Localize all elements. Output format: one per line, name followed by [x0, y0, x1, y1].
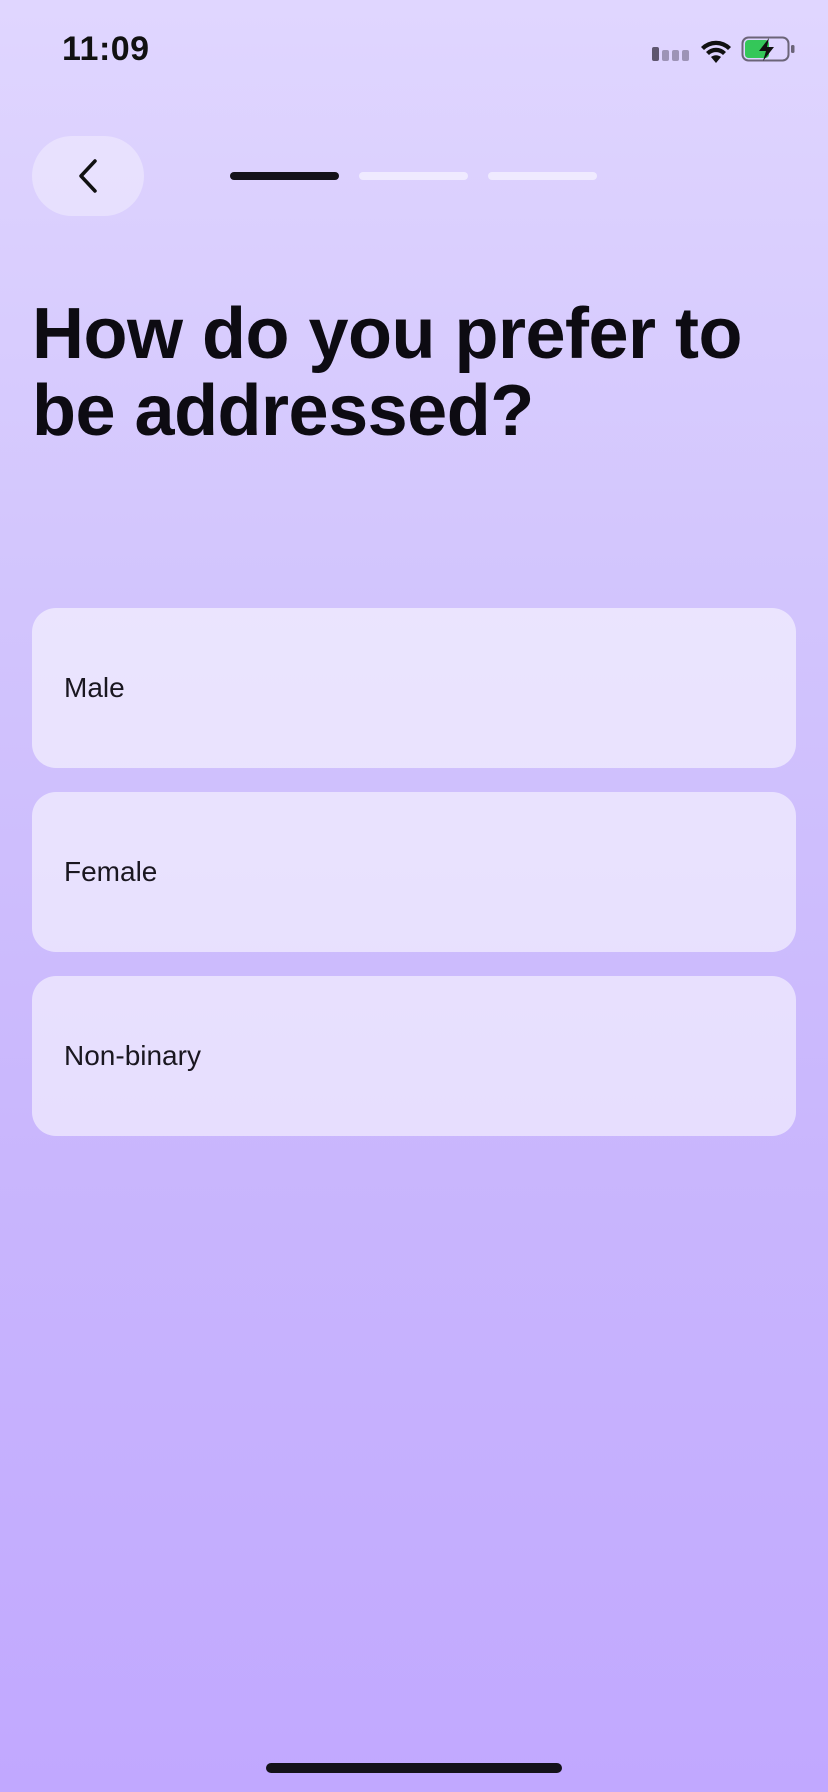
chevron-left-icon: [79, 159, 97, 193]
progress-step-3: [488, 172, 597, 180]
cellular-signal-icon: [652, 47, 692, 61]
question-title: How do you prefer to be addressed?: [32, 294, 743, 451]
wifi-icon: [701, 40, 731, 63]
option-label: Male: [64, 672, 125, 703]
options-list: Male Female Non-binary: [32, 608, 796, 1160]
option-label: Non-binary: [64, 1040, 201, 1071]
option-non-binary[interactable]: Non-binary: [32, 976, 796, 1136]
option-label: Female: [64, 856, 158, 887]
progress-step-2: [359, 172, 468, 180]
option-male[interactable]: Male: [32, 608, 796, 768]
status-bar: 11:09: [0, 0, 828, 100]
back-button[interactable]: [32, 136, 144, 216]
status-time: 11:09: [62, 30, 150, 68]
progress-step-1: [230, 172, 339, 180]
progress-indicator: [230, 172, 597, 180]
battery-charging-icon: [741, 36, 795, 62]
option-female[interactable]: Female: [32, 792, 796, 952]
home-indicator: [266, 1763, 562, 1773]
